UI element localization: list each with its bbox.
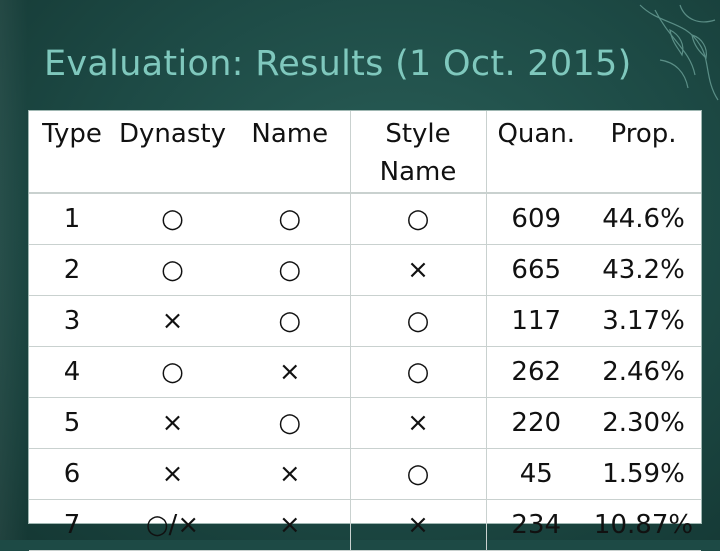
left-strip	[0, 0, 28, 540]
cell-prop: 2.46%	[586, 346, 701, 398]
cell-name: ○	[230, 193, 351, 245]
cell-quan: 220	[486, 397, 586, 449]
cell-prop: 43.2%	[586, 244, 701, 296]
cell-dynasty: ×	[115, 397, 230, 449]
cell-dynasty: ○	[115, 193, 230, 245]
cell-type: 5	[29, 397, 115, 449]
cell-type: 4	[29, 346, 115, 398]
cell-style-name: ×	[350, 244, 487, 296]
cell-quan: 665	[486, 244, 586, 296]
cell-name: ○	[230, 397, 351, 449]
table-row: 4 ○ × ○ 262 2.46%	[29, 346, 701, 398]
header-quan: Quan.	[486, 111, 586, 194]
table-row: 5 × ○ × 220 2.30%	[29, 397, 701, 449]
cell-quan: 234	[486, 499, 586, 551]
table-row: 6 × × ○ 45 1.59%	[29, 448, 701, 500]
cell-dynasty: ○	[115, 346, 230, 398]
table-row: 7 ○/× × × 234 10.87%	[29, 499, 701, 551]
cell-prop: 44.6%	[586, 193, 701, 245]
slide-title: Evaluation: Results (1 Oct. 2015)	[44, 44, 632, 84]
cell-dynasty: ○	[115, 244, 230, 296]
cell-name: ×	[230, 448, 351, 500]
header-prop: Prop.	[586, 111, 701, 194]
cell-quan: 117	[486, 295, 586, 347]
cell-style-name: ×	[350, 499, 487, 551]
header-row: Type Dynasty Name Style Name Quan. Prop.	[29, 111, 701, 194]
cell-type: 6	[29, 448, 115, 500]
table-row: 3 × ○ ○ 117 3.17%	[29, 295, 701, 347]
table-row: 1 ○ ○ ○ 609 44.6%	[29, 193, 701, 245]
cell-name: ○	[230, 295, 351, 347]
cell-quan: 262	[486, 346, 586, 398]
cell-type: 2	[29, 244, 115, 296]
cell-type: 1	[29, 193, 115, 245]
header-dynasty: Dynasty	[115, 111, 230, 194]
cell-prop: 2.30%	[586, 397, 701, 449]
cell-type: 7	[29, 499, 115, 551]
cell-name: ○	[230, 244, 351, 296]
cell-dynasty: ○/×	[115, 499, 230, 551]
cell-quan: 609	[486, 193, 586, 245]
floral-ornament-icon	[639, 4, 719, 101]
cell-style-name: ○	[350, 295, 487, 347]
header-name: Name	[230, 111, 351, 194]
cell-dynasty: ×	[115, 448, 230, 500]
cell-name: ×	[230, 499, 351, 551]
header-style-name: Style Name	[350, 111, 487, 194]
table-header: Type Dynasty Name Style Name Quan. Prop.	[29, 111, 701, 194]
cell-style-name: ○	[350, 193, 487, 245]
table-row: 2 ○ ○ × 665 43.2%	[29, 244, 701, 296]
cell-prop: 10.87%	[586, 499, 701, 551]
cell-prop: 1.59%	[586, 448, 701, 500]
cell-style-name: ○	[350, 448, 487, 500]
cell-name: ×	[230, 346, 351, 398]
table-body: 1 ○ ○ ○ 609 44.6% 2 ○ ○ × 665 43.2% 3 × …	[29, 193, 701, 551]
header-type: Type	[29, 111, 115, 194]
cell-type: 3	[29, 295, 115, 347]
cell-prop: 3.17%	[586, 295, 701, 347]
cell-style-name: ×	[350, 397, 487, 449]
cell-style-name: ○	[350, 346, 487, 398]
cell-dynasty: ×	[115, 295, 230, 347]
results-table: Type Dynasty Name Style Name Quan. Prop.…	[29, 111, 701, 551]
cell-quan: 45	[486, 448, 586, 500]
results-table-container: Type Dynasty Name Style Name Quan. Prop.…	[28, 110, 702, 551]
